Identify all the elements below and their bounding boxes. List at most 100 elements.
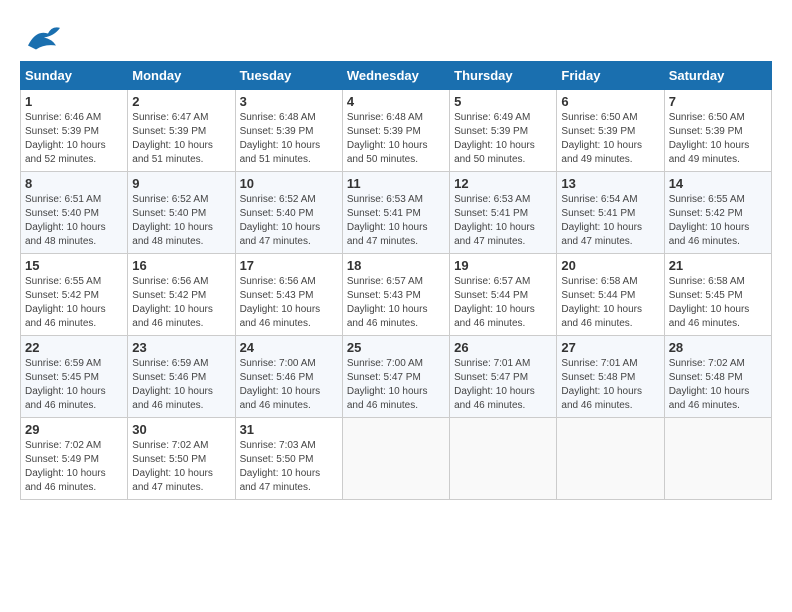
- day-number: 8: [25, 176, 123, 191]
- day-number: 7: [669, 94, 767, 109]
- calendar-cell: 20 Sunrise: 6:58 AM Sunset: 5:44 PM Dayl…: [557, 254, 664, 336]
- calendar-header-saturday: Saturday: [664, 62, 771, 90]
- calendar-cell: 26 Sunrise: 7:01 AM Sunset: 5:47 PM Dayl…: [450, 336, 557, 418]
- day-number: 9: [132, 176, 230, 191]
- calendar-cell: 24 Sunrise: 7:00 AM Sunset: 5:46 PM Dayl…: [235, 336, 342, 418]
- day-info: Sunrise: 6:50 AM Sunset: 5:39 PM Dayligh…: [561, 111, 659, 167]
- day-number: 10: [240, 176, 338, 191]
- calendar-cell: 9 Sunrise: 6:52 AM Sunset: 5:40 PM Dayli…: [128, 172, 235, 254]
- calendar-cell: 14 Sunrise: 6:55 AM Sunset: 5:42 PM Dayl…: [664, 172, 771, 254]
- day-info: Sunrise: 6:59 AM Sunset: 5:46 PM Dayligh…: [132, 357, 230, 413]
- day-info: Sunrise: 6:52 AM Sunset: 5:40 PM Dayligh…: [132, 193, 230, 249]
- day-number: 1: [25, 94, 123, 109]
- day-info: Sunrise: 7:01 AM Sunset: 5:48 PM Dayligh…: [561, 357, 659, 413]
- logo-bird-icon: [24, 20, 64, 55]
- day-number: 18: [347, 258, 445, 273]
- calendar-cell: 10 Sunrise: 6:52 AM Sunset: 5:40 PM Dayl…: [235, 172, 342, 254]
- day-number: 28: [669, 340, 767, 355]
- calendar-cell: 6 Sunrise: 6:50 AM Sunset: 5:39 PM Dayli…: [557, 90, 664, 172]
- calendar-cell: 23 Sunrise: 6:59 AM Sunset: 5:46 PM Dayl…: [128, 336, 235, 418]
- calendar-cell: 21 Sunrise: 6:58 AM Sunset: 5:45 PM Dayl…: [664, 254, 771, 336]
- calendar-cell: 5 Sunrise: 6:49 AM Sunset: 5:39 PM Dayli…: [450, 90, 557, 172]
- day-number: 12: [454, 176, 552, 191]
- day-info: Sunrise: 6:58 AM Sunset: 5:44 PM Dayligh…: [561, 275, 659, 331]
- day-info: Sunrise: 6:46 AM Sunset: 5:39 PM Dayligh…: [25, 111, 123, 167]
- day-number: 4: [347, 94, 445, 109]
- day-info: Sunrise: 7:02 AM Sunset: 5:48 PM Dayligh…: [669, 357, 767, 413]
- calendar-cell: 22 Sunrise: 6:59 AM Sunset: 5:45 PM Dayl…: [21, 336, 128, 418]
- calendar-cell: 31 Sunrise: 7:03 AM Sunset: 5:50 PM Dayl…: [235, 418, 342, 500]
- calendar-cell: 27 Sunrise: 7:01 AM Sunset: 5:48 PM Dayl…: [557, 336, 664, 418]
- day-number: 2: [132, 94, 230, 109]
- calendar-cell: [342, 418, 449, 500]
- day-info: Sunrise: 6:54 AM Sunset: 5:41 PM Dayligh…: [561, 193, 659, 249]
- calendar-cell: 13 Sunrise: 6:54 AM Sunset: 5:41 PM Dayl…: [557, 172, 664, 254]
- calendar-cell: 29 Sunrise: 7:02 AM Sunset: 5:49 PM Dayl…: [21, 418, 128, 500]
- calendar-week-1: 1 Sunrise: 6:46 AM Sunset: 5:39 PM Dayli…: [21, 90, 772, 172]
- calendar-header-friday: Friday: [557, 62, 664, 90]
- day-info: Sunrise: 6:53 AM Sunset: 5:41 PM Dayligh…: [347, 193, 445, 249]
- day-number: 29: [25, 422, 123, 437]
- calendar-cell: 3 Sunrise: 6:48 AM Sunset: 5:39 PM Dayli…: [235, 90, 342, 172]
- calendar-header-thursday: Thursday: [450, 62, 557, 90]
- calendar-header-monday: Monday: [128, 62, 235, 90]
- day-info: Sunrise: 7:02 AM Sunset: 5:49 PM Dayligh…: [25, 439, 123, 495]
- day-number: 21: [669, 258, 767, 273]
- day-number: 14: [669, 176, 767, 191]
- day-number: 24: [240, 340, 338, 355]
- page-header: [20, 20, 772, 51]
- day-number: 6: [561, 94, 659, 109]
- day-info: Sunrise: 7:02 AM Sunset: 5:50 PM Dayligh…: [132, 439, 230, 495]
- day-number: 22: [25, 340, 123, 355]
- calendar-week-3: 15 Sunrise: 6:55 AM Sunset: 5:42 PM Dayl…: [21, 254, 772, 336]
- calendar-cell: 1 Sunrise: 6:46 AM Sunset: 5:39 PM Dayli…: [21, 90, 128, 172]
- day-number: 26: [454, 340, 552, 355]
- calendar-cell: [664, 418, 771, 500]
- calendar-cell: [450, 418, 557, 500]
- calendar-week-5: 29 Sunrise: 7:02 AM Sunset: 5:49 PM Dayl…: [21, 418, 772, 500]
- calendar-header-row: SundayMondayTuesdayWednesdayThursdayFrid…: [21, 62, 772, 90]
- day-number: 25: [347, 340, 445, 355]
- calendar-cell: 16 Sunrise: 6:56 AM Sunset: 5:42 PM Dayl…: [128, 254, 235, 336]
- day-number: 19: [454, 258, 552, 273]
- day-number: 30: [132, 422, 230, 437]
- calendar-body: 1 Sunrise: 6:46 AM Sunset: 5:39 PM Dayli…: [21, 90, 772, 500]
- calendar-header-sunday: Sunday: [21, 62, 128, 90]
- calendar-cell: 28 Sunrise: 7:02 AM Sunset: 5:48 PM Dayl…: [664, 336, 771, 418]
- calendar-cell: 8 Sunrise: 6:51 AM Sunset: 5:40 PM Dayli…: [21, 172, 128, 254]
- calendar-cell: 4 Sunrise: 6:48 AM Sunset: 5:39 PM Dayli…: [342, 90, 449, 172]
- day-info: Sunrise: 6:53 AM Sunset: 5:41 PM Dayligh…: [454, 193, 552, 249]
- day-info: Sunrise: 7:00 AM Sunset: 5:47 PM Dayligh…: [347, 357, 445, 413]
- calendar-cell: 12 Sunrise: 6:53 AM Sunset: 5:41 PM Dayl…: [450, 172, 557, 254]
- calendar-cell: 11 Sunrise: 6:53 AM Sunset: 5:41 PM Dayl…: [342, 172, 449, 254]
- day-info: Sunrise: 6:57 AM Sunset: 5:43 PM Dayligh…: [347, 275, 445, 331]
- day-number: 13: [561, 176, 659, 191]
- day-info: Sunrise: 7:00 AM Sunset: 5:46 PM Dayligh…: [240, 357, 338, 413]
- calendar-cell: 2 Sunrise: 6:47 AM Sunset: 5:39 PM Dayli…: [128, 90, 235, 172]
- calendar-week-2: 8 Sunrise: 6:51 AM Sunset: 5:40 PM Dayli…: [21, 172, 772, 254]
- calendar-week-4: 22 Sunrise: 6:59 AM Sunset: 5:45 PM Dayl…: [21, 336, 772, 418]
- calendar-cell: [557, 418, 664, 500]
- day-number: 16: [132, 258, 230, 273]
- calendar-cell: 7 Sunrise: 6:50 AM Sunset: 5:39 PM Dayli…: [664, 90, 771, 172]
- calendar-cell: 25 Sunrise: 7:00 AM Sunset: 5:47 PM Dayl…: [342, 336, 449, 418]
- day-info: Sunrise: 6:58 AM Sunset: 5:45 PM Dayligh…: [669, 275, 767, 331]
- day-info: Sunrise: 6:56 AM Sunset: 5:43 PM Dayligh…: [240, 275, 338, 331]
- calendar-header-wednesday: Wednesday: [342, 62, 449, 90]
- day-info: Sunrise: 6:59 AM Sunset: 5:45 PM Dayligh…: [25, 357, 123, 413]
- day-info: Sunrise: 6:50 AM Sunset: 5:39 PM Dayligh…: [669, 111, 767, 167]
- day-number: 20: [561, 258, 659, 273]
- calendar-cell: 15 Sunrise: 6:55 AM Sunset: 5:42 PM Dayl…: [21, 254, 128, 336]
- calendar-cell: 18 Sunrise: 6:57 AM Sunset: 5:43 PM Dayl…: [342, 254, 449, 336]
- day-number: 31: [240, 422, 338, 437]
- day-info: Sunrise: 6:51 AM Sunset: 5:40 PM Dayligh…: [25, 193, 123, 249]
- logo-text: [20, 20, 64, 51]
- day-info: Sunrise: 7:03 AM Sunset: 5:50 PM Dayligh…: [240, 439, 338, 495]
- day-info: Sunrise: 6:52 AM Sunset: 5:40 PM Dayligh…: [240, 193, 338, 249]
- day-number: 23: [132, 340, 230, 355]
- day-info: Sunrise: 6:48 AM Sunset: 5:39 PM Dayligh…: [240, 111, 338, 167]
- day-number: 17: [240, 258, 338, 273]
- day-info: Sunrise: 6:56 AM Sunset: 5:42 PM Dayligh…: [132, 275, 230, 331]
- day-number: 15: [25, 258, 123, 273]
- day-info: Sunrise: 6:55 AM Sunset: 5:42 PM Dayligh…: [25, 275, 123, 331]
